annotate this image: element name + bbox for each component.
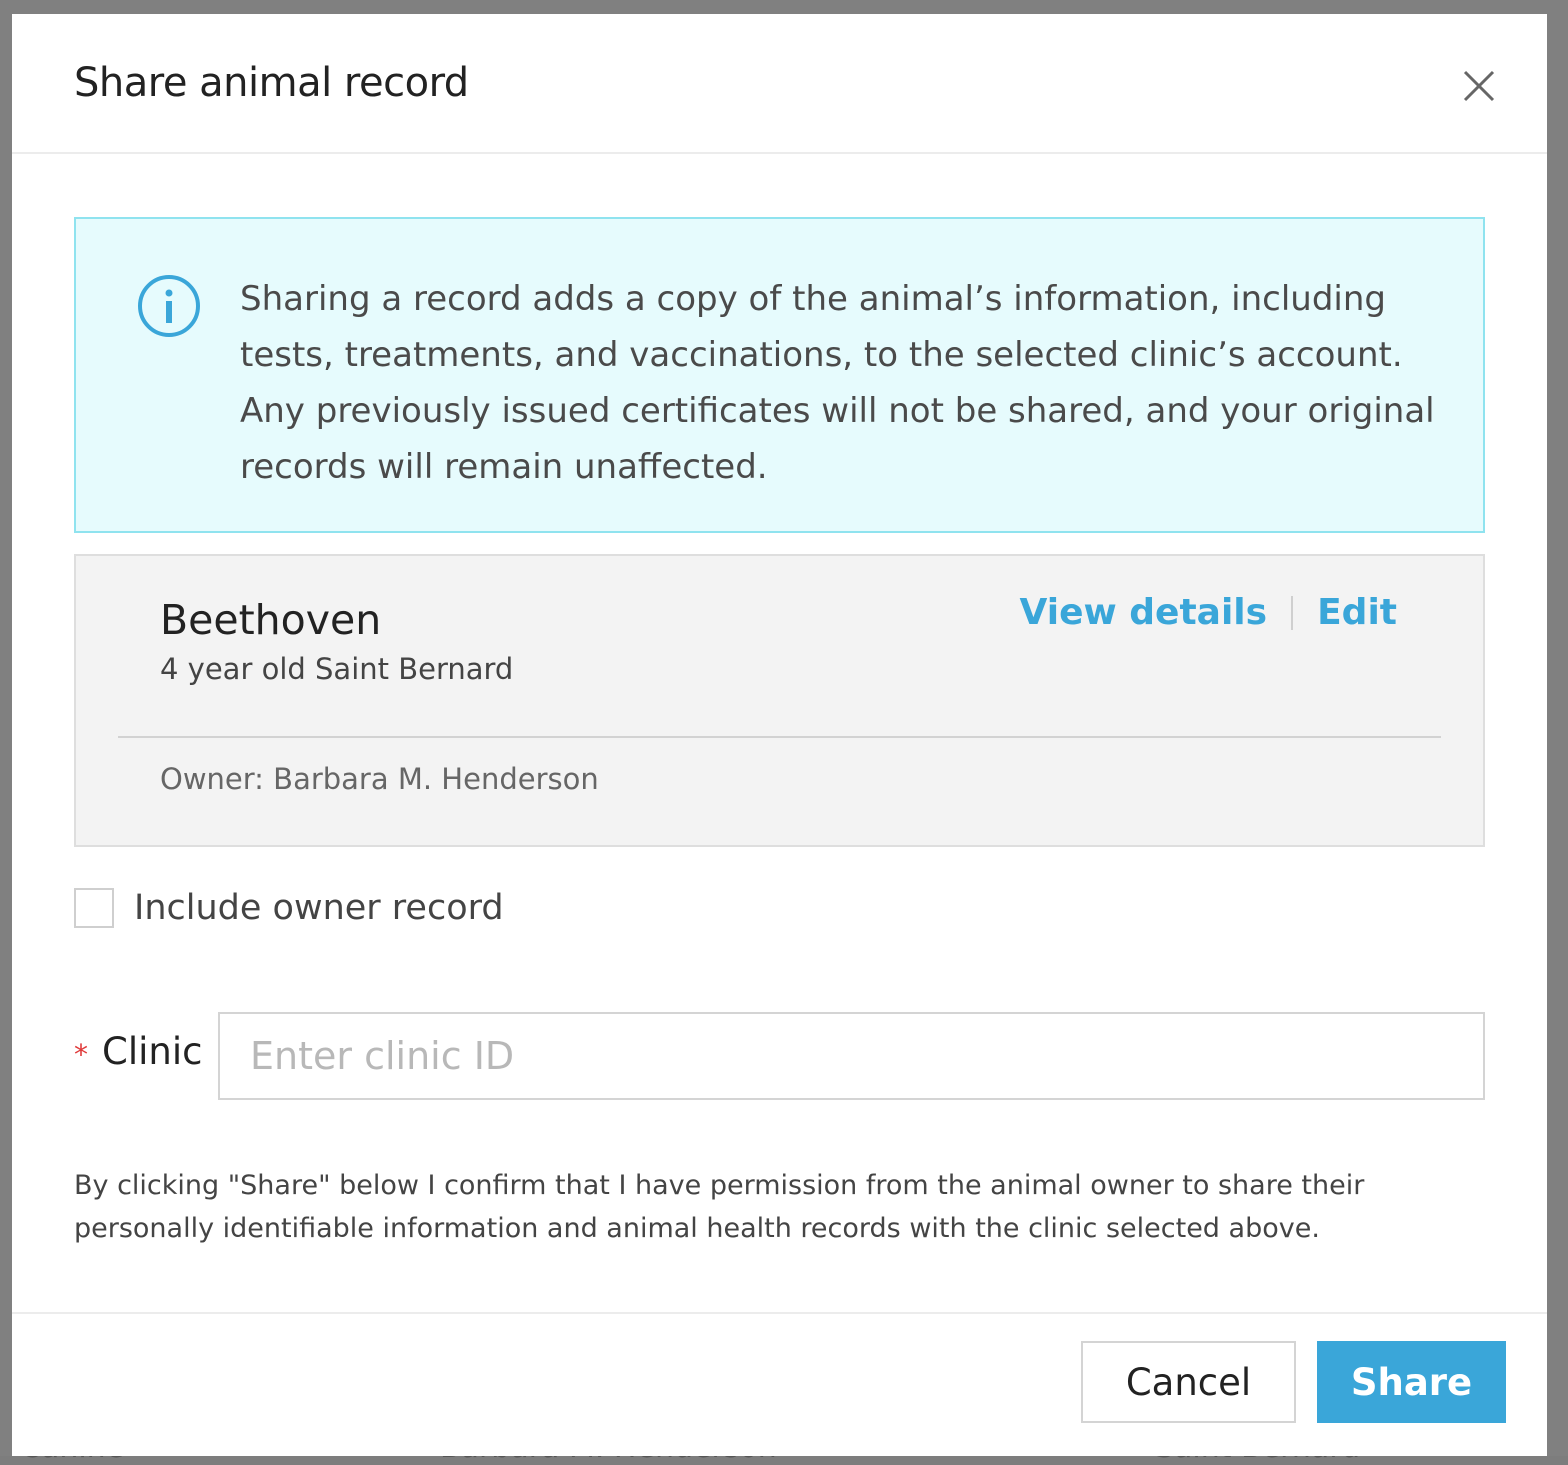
edit-link[interactable]: Edit xyxy=(1317,592,1397,633)
view-details-link[interactable]: View details xyxy=(1020,592,1268,633)
clinic-field-row: * Clinic xyxy=(74,1012,1485,1102)
required-indicator: * xyxy=(74,1038,88,1071)
clinic-label: Clinic xyxy=(102,1030,203,1073)
footer-divider xyxy=(12,1312,1547,1314)
dialog-header: Share animal record xyxy=(12,14,1547,154)
card-actions: View details Edit xyxy=(1020,592,1398,633)
share-record-dialog: Share animal record Sharing a record add… xyxy=(12,14,1547,1456)
consent-text: By clicking "Share" below I confirm that… xyxy=(74,1170,1365,1244)
info-notice: Sharing a record adds a copy of the anim… xyxy=(74,217,1485,533)
info-text: Sharing a record adds a copy of the anim… xyxy=(240,279,1435,487)
cancel-button[interactable]: Cancel xyxy=(1081,1341,1296,1423)
close-icon xyxy=(1463,70,1495,102)
card-divider xyxy=(118,736,1441,738)
owner-name: Owner: Barbara M. Henderson xyxy=(160,762,599,796)
clinic-id-input[interactable] xyxy=(218,1012,1485,1100)
dialog-title: Share animal record xyxy=(74,60,469,106)
link-separator xyxy=(1291,595,1294,630)
animal-description: 4 year old Saint Bernard xyxy=(160,652,514,686)
share-button[interactable]: Share xyxy=(1317,1341,1506,1423)
include-owner-checkbox[interactable] xyxy=(74,888,114,928)
animal-summary-card: Beethoven 4 year old Saint Bernard View … xyxy=(74,554,1485,847)
include-owner-label[interactable]: Include owner record xyxy=(134,888,504,928)
info-circle-icon xyxy=(138,275,200,337)
close-button[interactable] xyxy=(1459,66,1499,106)
include-owner-row: Include owner record xyxy=(74,888,504,928)
animal-name: Beethoven xyxy=(160,596,382,644)
